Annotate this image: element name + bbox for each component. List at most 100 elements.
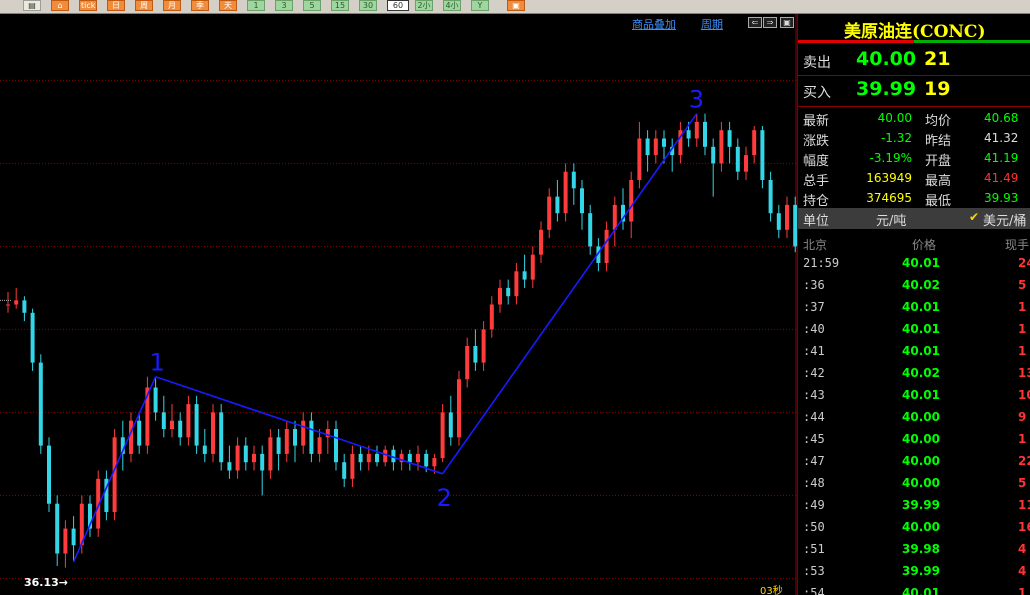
kline-chart[interactable]: 1 2 3 36.13→ 03秒 商品叠加 周期 ⇐ ⇒ ▣ (0, 14, 797, 595)
candle-body (555, 196, 560, 214)
candle-body (580, 188, 584, 214)
wave-label: 1 (150, 349, 165, 377)
candle-body (498, 287, 502, 305)
toolbar-button[interactable]: 15 (331, 0, 349, 11)
wave-label: 3 (689, 86, 704, 114)
toolbar-button[interactable]: 周 (135, 0, 153, 11)
candle-body (22, 300, 27, 313)
wave-line (155, 375, 443, 475)
wave-label: 2 (437, 484, 452, 512)
candle-body (530, 254, 535, 280)
unit-option-usd[interactable]: 美元/桶 (983, 210, 1026, 229)
stat-value: 41.32 (984, 131, 1019, 145)
candle-body (194, 404, 199, 446)
candle-body (539, 229, 543, 255)
unit-option-rmb[interactable]: 元/吨 (876, 210, 906, 229)
scroll-right-button[interactable]: ⇒ (763, 17, 777, 28)
toolbar-button[interactable]: 5 (303, 0, 321, 11)
toolbar-button[interactable]: Y (471, 0, 489, 11)
candle-body (63, 528, 68, 554)
candle-body (38, 362, 43, 446)
candle-body (416, 453, 420, 463)
candle-body (637, 138, 642, 180)
toolbar-button[interactable]: 天 (219, 0, 237, 11)
candle-body (268, 437, 273, 471)
tick-volume: 13 (1018, 366, 1030, 380)
candle-body (785, 204, 789, 230)
candle-body (243, 445, 248, 463)
tick-volume: 22 (1018, 454, 1030, 468)
candle-body (571, 171, 576, 189)
tick-time: 21:59 (803, 256, 840, 270)
tick-time: :47 (803, 454, 825, 468)
candle-body (563, 171, 568, 214)
toolbar-button[interactable]: 60 (387, 0, 409, 11)
candle-body (358, 453, 363, 463)
stat-value: 374695 (866, 191, 912, 205)
period-link[interactable]: 周期 (701, 16, 723, 32)
stat-label: 最低 (925, 194, 952, 209)
quote-panel: 美原油连(CONC) 卖出 40.00 21 买入 39.99 19 最新 40… (797, 14, 1030, 595)
candle-body (440, 412, 445, 459)
tick-time: :44 (803, 410, 825, 424)
stat-label: 最新 (803, 114, 830, 129)
candle-body (547, 196, 552, 230)
candle-body (481, 329, 486, 363)
candle-body (457, 379, 461, 438)
toolbar-button[interactable]: 30 (359, 0, 377, 11)
tick-volume: 11 (1018, 498, 1030, 512)
candle-body (629, 180, 634, 222)
title-bar-red (798, 40, 914, 43)
candle-body (432, 458, 437, 467)
candle-body (760, 130, 765, 180)
kline-svg[interactable]: 1 2 3 36.13→ 03秒 (0, 14, 797, 595)
toolbar-button[interactable]: 日 (107, 0, 125, 11)
tick-price: 40.02 (902, 278, 940, 292)
tick-header-time: 北京 (803, 238, 828, 252)
tick-price: 40.01 (902, 344, 940, 358)
toolbar-button[interactable]: ▤ (23, 0, 41, 11)
toolbar-button[interactable]: ⌂ (51, 0, 69, 11)
tick-price: 40.00 (902, 476, 940, 490)
unit-row[interactable]: 单位 元/吨 ✔ 美元/桶 (798, 208, 1030, 229)
candle-body (489, 304, 494, 330)
candle-body (211, 412, 215, 454)
toolbar-button[interactable]: 季 (191, 0, 209, 11)
stat-value: 40.00 (877, 111, 912, 125)
toolbar-button[interactable]: 月 (163, 0, 181, 11)
wave-line (441, 113, 698, 475)
toolbar-button[interactable]: 2小 (415, 0, 433, 11)
stat-value: 41.49 (984, 171, 1019, 185)
candle-body (170, 420, 174, 429)
stat-label: 涨跌 (803, 134, 830, 149)
tick-time: :54 (803, 586, 825, 595)
toolbar-button[interactable]: tick (79, 0, 97, 11)
toolbar: ▤ ⌂ tick 日周月季天 1 3 5 15 30 60 2小 4小 Y ▣ (0, 0, 1030, 14)
tick-volume: 4 (1018, 564, 1027, 578)
overlay-link[interactable]: 商品叠加 (632, 16, 676, 32)
candle-body (752, 130, 757, 156)
tick-volume: 1 (1018, 586, 1027, 595)
tick-header-volume: 现手 (1005, 238, 1030, 252)
scroll-left-button[interactable]: ⇐ (748, 17, 762, 28)
candle-body (47, 445, 51, 504)
candle-body (383, 449, 388, 463)
tick-price: 40.01 (902, 388, 940, 402)
tick-price: 40.00 (902, 410, 940, 424)
tick-volume: 1 (1018, 344, 1027, 358)
zoom-button[interactable]: ▣ (780, 17, 794, 28)
toolbar-button[interactable]: 4小 (443, 0, 461, 11)
toolbar-button[interactable]: 1 (247, 0, 265, 11)
candle-body (694, 121, 699, 139)
candle-body (776, 213, 781, 230)
unit-label: 单位 (803, 214, 830, 229)
stat-value: 41.19 (984, 151, 1019, 165)
divider (798, 106, 1030, 107)
candle-body (719, 130, 724, 164)
toolbar-button[interactable]: 3 (275, 0, 293, 11)
candle-body (71, 528, 76, 546)
candle-body (284, 429, 289, 454)
candle-body (219, 412, 224, 463)
toolbar-button[interactable]: ▣ (507, 0, 525, 11)
candle-body (711, 146, 716, 164)
